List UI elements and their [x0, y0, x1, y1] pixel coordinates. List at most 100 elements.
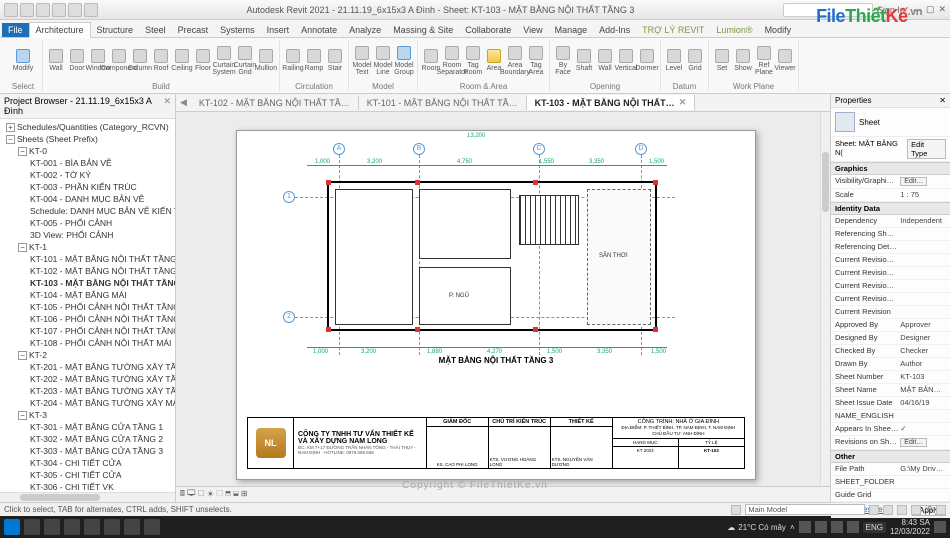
- project-browser-tree[interactable]: +Schedules/Quantities (Category_RCVN)−Sh…: [0, 119, 175, 492]
- ribbon-button-model-line[interactable]: Model Line: [374, 46, 392, 76]
- tree-node[interactable]: KT-108 - PHỐI CẢNH NỘI THẤT MÁI: [4, 337, 175, 349]
- ribbon-tab-tr-l-revit[interactable]: TRỢ LÝ REVIT: [636, 23, 710, 37]
- scrollbar-vertical[interactable]: [820, 112, 830, 486]
- excel-icon[interactable]: [104, 519, 120, 535]
- tree-node[interactable]: KT-301 - MẶT BẰNG CỬA TẦNG 1: [4, 421, 175, 433]
- property-row[interactable]: Visibility/Graphi…Edit…: [831, 175, 950, 189]
- property-row[interactable]: Sheet Issue Date04/16/19: [831, 397, 950, 410]
- property-row[interactable]: NAME_ENGLISH: [831, 410, 950, 423]
- revit-icon[interactable]: [144, 519, 160, 535]
- start-icon[interactable]: [4, 519, 20, 535]
- ribbon-button-grid[interactable]: Grid: [686, 46, 704, 76]
- ribbon-tab-steel[interactable]: Steel: [139, 23, 172, 37]
- property-row[interactable]: File PathG:\My Drive\3…: [831, 463, 950, 476]
- ribbon-button-roof[interactable]: Roof: [152, 46, 170, 76]
- ribbon-button-vertical[interactable]: Vertical: [617, 46, 635, 76]
- tree-node[interactable]: KT-106 - PHỐI CẢNH NỘI THẤT TẦNG 2: [4, 313, 175, 325]
- tree-node[interactable]: KT-004 - DANH MỤC BẢN VẼ: [4, 193, 175, 205]
- wifi-icon[interactable]: [831, 521, 843, 533]
- document-tab[interactable]: KT-102 - MẶT BẰNG NỘI THẤT TẦ…: [191, 96, 359, 110]
- ribbon-tab-insert[interactable]: Insert: [261, 23, 296, 37]
- property-row[interactable]: Current Revisio…: [831, 254, 950, 267]
- ribbon-button-mullion[interactable]: Mullion: [257, 46, 275, 76]
- ribbon-tab-lumion-[interactable]: Lumion®: [710, 23, 758, 37]
- edit-button[interactable]: Edit…: [900, 438, 927, 447]
- search-icon[interactable]: [24, 519, 40, 535]
- ribbon-tab-manage[interactable]: Manage: [549, 23, 594, 37]
- document-tab[interactable]: KT-101 - MẶT BẰNG NỘI THẤT TẦ…: [359, 96, 527, 110]
- ribbon-button-curtain-grid[interactable]: Curtain Grid: [236, 46, 254, 76]
- property-row[interactable]: Sheet NameMẶT BẰNG NỘI: [831, 384, 950, 397]
- property-row[interactable]: Current Revisio…: [831, 280, 950, 293]
- tree-node[interactable]: KT-002 - TỜ KÝ: [4, 169, 175, 181]
- tree-node[interactable]: Schedule: DANH MỤC BẢN VẼ KIẾN TRÚC: [4, 205, 175, 217]
- tree-node[interactable]: KT-306 - CHI TIẾT VK: [4, 481, 175, 492]
- ribbon-button-tag-area[interactable]: Tag Area: [527, 46, 545, 76]
- ribbon-button-wall[interactable]: Wall: [47, 46, 65, 76]
- canvas[interactable]: A B C D 1 2 1,000 3,200 4,750 1,550 3,3: [176, 112, 830, 502]
- property-row[interactable]: Scale1 : 75: [831, 189, 950, 202]
- ribbon-button-by-face[interactable]: By Face: [554, 46, 572, 76]
- ribbon-tab-modify[interactable]: Modify: [759, 23, 798, 37]
- property-row[interactable]: Referencing Sh…: [831, 228, 950, 241]
- ribbon-button-component[interactable]: Component: [110, 46, 128, 76]
- type-selector[interactable]: Sheet: [831, 108, 950, 137]
- panel-close-icon[interactable]: ✕: [939, 96, 946, 105]
- ribbon-tab-precast[interactable]: Precast: [172, 23, 215, 37]
- ribbon-button-area-boundary[interactable]: Area Boundary: [506, 46, 524, 76]
- status-icon[interactable]: [869, 505, 879, 515]
- save-icon[interactable]: [36, 3, 50, 17]
- ribbon-button-column[interactable]: Column: [131, 46, 149, 76]
- ribbon-button-railing[interactable]: Railing: [284, 46, 302, 76]
- ribbon-button-floor[interactable]: Floor: [194, 46, 212, 76]
- tree-node[interactable]: KT-303 - MẶT BẰNG CỬA TẦNG 3: [4, 445, 175, 457]
- tree-node[interactable]: KT-302 - MẶT BẰNG CỬA TẦNG 2: [4, 433, 175, 445]
- workset-combo[interactable]: Main Model: [745, 504, 865, 515]
- task-view-icon[interactable]: [44, 519, 60, 535]
- tree-toggle-icon[interactable]: −: [18, 243, 27, 252]
- panel-close-icon[interactable]: ✕: [163, 96, 171, 116]
- tree-node[interactable]: KT-103 - MẶT BẰNG NỘI THẤT TẦNG 3: [4, 277, 175, 289]
- ribbon-button-wall[interactable]: Wall: [596, 46, 614, 76]
- ribbon-tab-architecture[interactable]: Architecture: [29, 22, 91, 38]
- tree-node[interactable]: KT-104 - MẶT BẰNG MÁI: [4, 289, 175, 301]
- weather-widget[interactable]: ☁21°C Có mây: [727, 523, 786, 532]
- ribbon-button-ceiling[interactable]: Ceiling: [173, 46, 191, 76]
- tree-node[interactable]: KT-204 - MẶT BẰNG TƯỜNG XÂY MÁI: [4, 397, 175, 409]
- tray-icon[interactable]: [815, 521, 827, 533]
- status-icon[interactable]: [883, 505, 893, 515]
- tree-node[interactable]: −Sheets (Sheet Prefix): [4, 133, 175, 145]
- ribbon-button-level[interactable]: Level: [665, 46, 683, 76]
- ribbon-button-door[interactable]: Door: [68, 46, 86, 76]
- property-row[interactable]: Current Revisio…: [831, 267, 950, 280]
- status-icon[interactable]: [897, 505, 907, 515]
- tab-nav-prev-icon[interactable]: ◀: [176, 97, 191, 108]
- tree-toggle-icon[interactable]: −: [18, 147, 27, 156]
- view-control-bar[interactable]: 🖩 🖵 ▢ ☀ ⬚ ⬒ ⬓ ⊞: [176, 486, 830, 502]
- ribbon-tab-collaborate[interactable]: Collaborate: [459, 23, 517, 37]
- tree-toggle-icon[interactable]: +: [6, 123, 15, 132]
- autocad-icon[interactable]: [124, 519, 140, 535]
- language-indicator[interactable]: ENG: [863, 522, 886, 533]
- ribbon-button-modify[interactable]: Modify: [8, 41, 38, 81]
- ribbon-button-dormer[interactable]: Dormer: [638, 46, 656, 76]
- ribbon-button-tag-room[interactable]: Tag Room: [464, 46, 482, 76]
- property-row[interactable]: Checked ByChecker: [831, 345, 950, 358]
- tree-toggle-icon[interactable]: −: [6, 135, 15, 144]
- document-tab[interactable]: KT-103 - MẶT BẰNG NỘI THẤT…✕: [527, 95, 696, 110]
- ribbon-tab-file[interactable]: File: [2, 23, 29, 37]
- tree-node[interactable]: +Schedules/Quantities (Category_RCVN): [4, 121, 175, 133]
- ribbon-button-curtain-system[interactable]: Curtain System: [215, 46, 233, 76]
- property-row[interactable]: Referencing Det…: [831, 241, 950, 254]
- tree-node[interactable]: 3D View: PHỐI CẢNH: [4, 229, 175, 241]
- chrome-icon[interactable]: [84, 519, 100, 535]
- edit-type-button[interactable]: Edit Type: [907, 139, 946, 159]
- max-icon[interactable]: ▢: [926, 4, 935, 15]
- filter-icon[interactable]: [936, 505, 946, 515]
- explorer-icon[interactable]: [64, 519, 80, 535]
- ribbon-tab-systems[interactable]: Systems: [214, 23, 261, 37]
- redo-icon[interactable]: [68, 3, 82, 17]
- property-row[interactable]: Current Revisio…: [831, 293, 950, 306]
- property-row[interactable]: SHEET_FOLDER: [831, 476, 950, 489]
- search-input[interactable]: [783, 3, 873, 17]
